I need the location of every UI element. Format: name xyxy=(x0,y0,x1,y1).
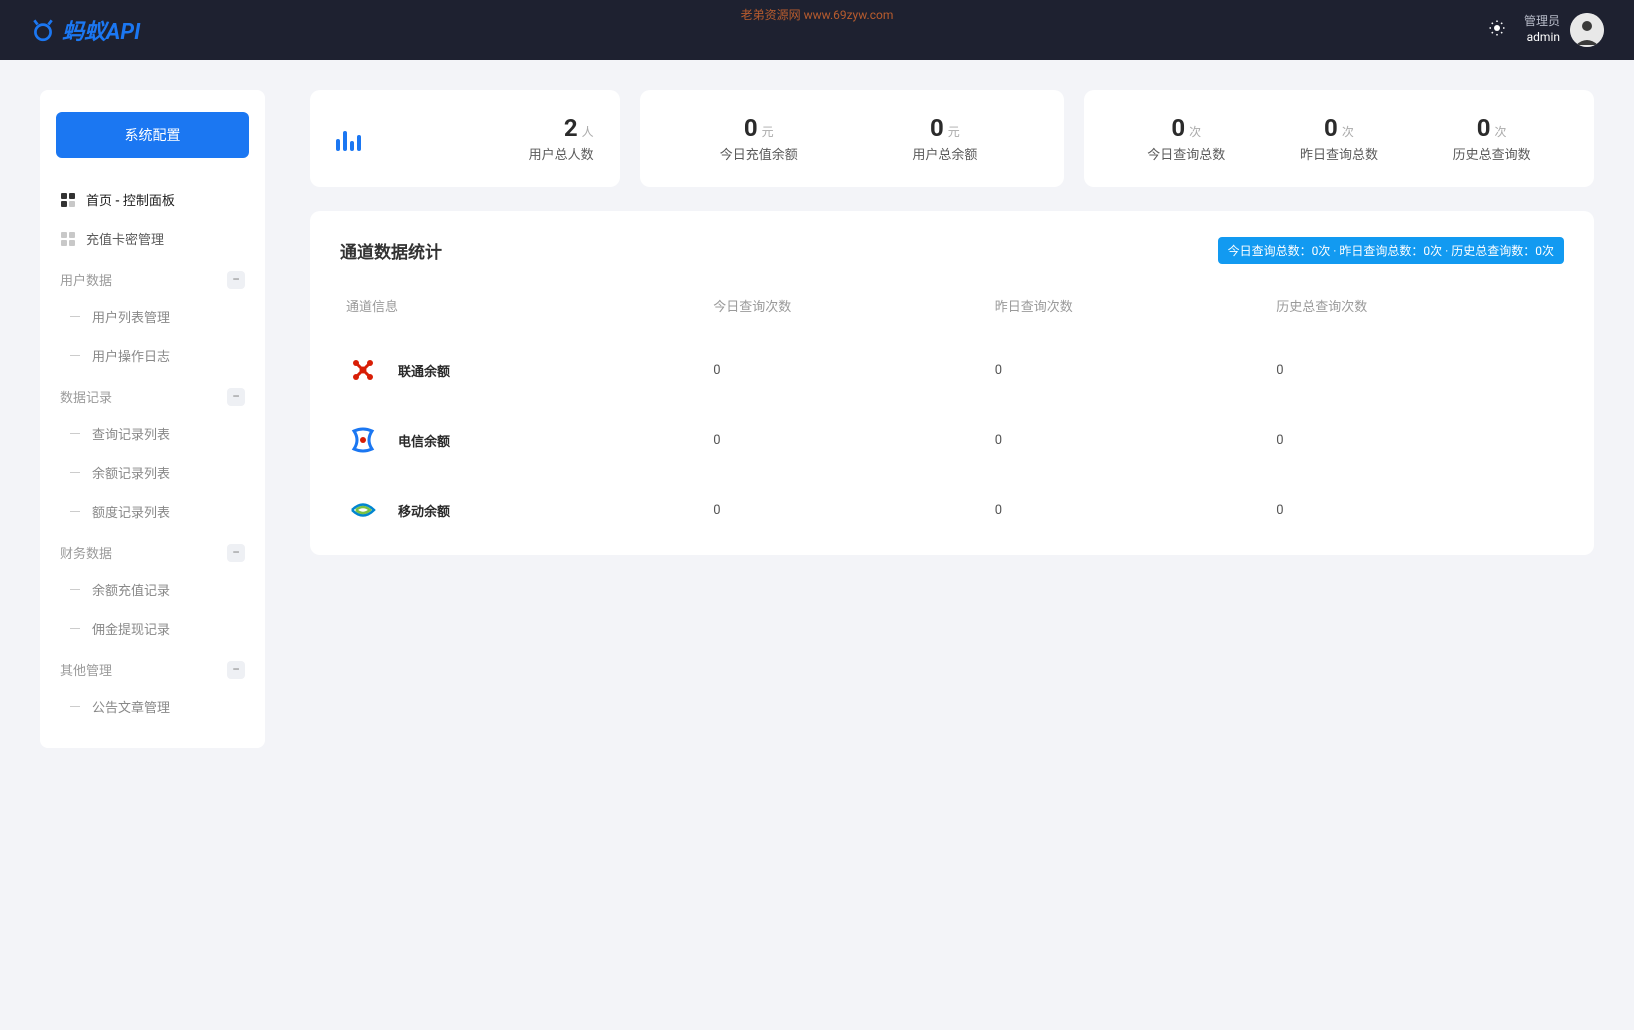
section-title: 数据记录 xyxy=(60,387,112,406)
table-title: 通道数据统计 xyxy=(340,238,442,263)
stat-label: 昨日查询总数 xyxy=(1263,144,1416,163)
col-channel: 通道信息 xyxy=(340,286,707,335)
stat-card-queries: 0次 今日查询总数 0次 昨日查询总数 0次 历史总查询数 xyxy=(1084,90,1594,187)
collapse-icon[interactable]: − xyxy=(227,271,245,289)
channel-stats-card: 通道数据统计 今日查询总数：0次 · 昨日查询总数：0次 · 历史总查询数：0次… xyxy=(310,211,1594,555)
sidebar-sub-query-list[interactable]: 查询记录列表 xyxy=(56,414,249,453)
col-history: 历史总查询次数 xyxy=(1270,286,1564,335)
cell-history: 0 xyxy=(1270,405,1564,475)
sidebar-sub-quota-list[interactable]: 额度记录列表 xyxy=(56,492,249,531)
section-other[interactable]: 其他管理 − xyxy=(56,648,249,687)
channel-name: 移动余额 xyxy=(398,501,450,520)
unicom-icon xyxy=(346,353,380,387)
stat-label: 用户总余额 xyxy=(852,144,1038,163)
nav-label: 充值卡密管理 xyxy=(86,229,164,248)
stat-label: 历史总查询数 xyxy=(1415,144,1568,163)
grid-icon xyxy=(60,231,76,247)
cell-history: 0 xyxy=(1270,335,1564,405)
avatar xyxy=(1570,13,1604,47)
user-role: 管理员 xyxy=(1524,14,1560,30)
channel-name: 电信余额 xyxy=(398,431,450,450)
user-name: admin xyxy=(1524,30,1560,46)
stat-label: 今日查询总数 xyxy=(1110,144,1263,163)
stat-unit: 次 xyxy=(1189,123,1201,140)
mobile-icon xyxy=(346,493,380,527)
logo-icon xyxy=(30,17,56,43)
cell-history: 0 xyxy=(1270,475,1564,545)
section-data-records[interactable]: 数据记录 − xyxy=(56,375,249,414)
stat-value: 0 xyxy=(1324,114,1338,142)
main-content: 2人 用户总人数 0元 今日充值余额 0元 用户总余额 0次 今日查询 xyxy=(310,90,1594,748)
bar-chart-icon xyxy=(336,127,361,151)
watermark-text: 老弟资源网 www.69zyw.com xyxy=(741,6,894,23)
stat-unit: 元 xyxy=(948,123,960,140)
sidebar-sub-balance-list[interactable]: 余额记录列表 xyxy=(56,453,249,492)
sidebar-sub-user-log[interactable]: 用户操作日志 xyxy=(56,336,249,375)
cell-yesterday: 0 xyxy=(989,335,1271,405)
stats-badge: 今日查询总数：0次 · 昨日查询总数：0次 · 历史总查询数：0次 xyxy=(1218,237,1564,264)
stat-value: 0 xyxy=(930,114,944,142)
sidebar-sub-recharge-record[interactable]: 余额充值记录 xyxy=(56,570,249,609)
table-row: 电信余额 0 0 0 xyxy=(340,405,1564,475)
cell-yesterday: 0 xyxy=(989,405,1271,475)
top-header: 蚂蚁API 老弟资源网 www.69zyw.com 管理员 admin xyxy=(0,0,1634,60)
section-finance[interactable]: 财务数据 − xyxy=(56,531,249,570)
stat-value: 0 xyxy=(1171,114,1185,142)
section-user-data[interactable]: 用户数据 − xyxy=(56,258,249,297)
table-row: 移动余额 0 0 0 xyxy=(340,475,1564,545)
stat-unit: 次 xyxy=(1495,123,1507,140)
logo[interactable]: 蚂蚁API xyxy=(30,14,140,46)
cell-today: 0 xyxy=(707,335,989,405)
cell-today: 0 xyxy=(707,475,989,545)
collapse-icon[interactable]: − xyxy=(227,388,245,406)
sidebar-sub-announcement[interactable]: 公告文章管理 xyxy=(56,687,249,726)
stat-label: 用户总人数 xyxy=(391,144,594,163)
cell-yesterday: 0 xyxy=(989,475,1271,545)
channel-table: 通道信息 今日查询次数 昨日查询次数 历史总查询次数 联通余额 0 0 0 电信… xyxy=(340,286,1564,545)
stat-label: 今日充值余额 xyxy=(666,144,852,163)
stat-card-users: 2人 用户总人数 xyxy=(310,90,620,187)
system-config-button[interactable]: 系统配置 xyxy=(56,112,249,158)
theme-toggle-icon[interactable] xyxy=(1488,19,1506,42)
table-row: 联通余额 0 0 0 xyxy=(340,335,1564,405)
channel-name: 联通余额 xyxy=(398,361,450,380)
nav-label: 首页 - 控制面板 xyxy=(86,190,175,209)
user-menu[interactable]: 管理员 admin xyxy=(1524,13,1604,47)
stat-value: 2 xyxy=(564,114,578,142)
section-title: 财务数据 xyxy=(60,543,112,562)
collapse-icon[interactable]: − xyxy=(227,661,245,679)
stat-card-balance: 0元 今日充值余额 0元 用户总余额 xyxy=(640,90,1064,187)
section-title: 其他管理 xyxy=(60,660,112,679)
grid-icon xyxy=(60,192,76,208)
sidebar-item-dashboard[interactable]: 首页 - 控制面板 xyxy=(56,180,249,219)
stat-value: 0 xyxy=(744,114,758,142)
sidebar-sub-withdraw-record[interactable]: 佣金提现记录 xyxy=(56,609,249,648)
sidebar: 系统配置 首页 - 控制面板 充值卡密管理 用户数据 − 用户列表管理 用户操作… xyxy=(40,90,265,748)
section-title: 用户数据 xyxy=(60,270,112,289)
sidebar-item-recharge[interactable]: 充值卡密管理 xyxy=(56,219,249,258)
collapse-icon[interactable]: − xyxy=(227,544,245,562)
telecom-icon xyxy=(346,423,380,457)
cell-today: 0 xyxy=(707,405,989,475)
stat-unit: 人 xyxy=(582,123,594,140)
stat-unit: 元 xyxy=(762,123,774,140)
sidebar-sub-user-list[interactable]: 用户列表管理 xyxy=(56,297,249,336)
col-yesterday: 昨日查询次数 xyxy=(989,286,1271,335)
col-today: 今日查询次数 xyxy=(707,286,989,335)
logo-text: 蚂蚁API xyxy=(62,14,140,46)
stat-value: 0 xyxy=(1477,114,1491,142)
stat-unit: 次 xyxy=(1342,123,1354,140)
